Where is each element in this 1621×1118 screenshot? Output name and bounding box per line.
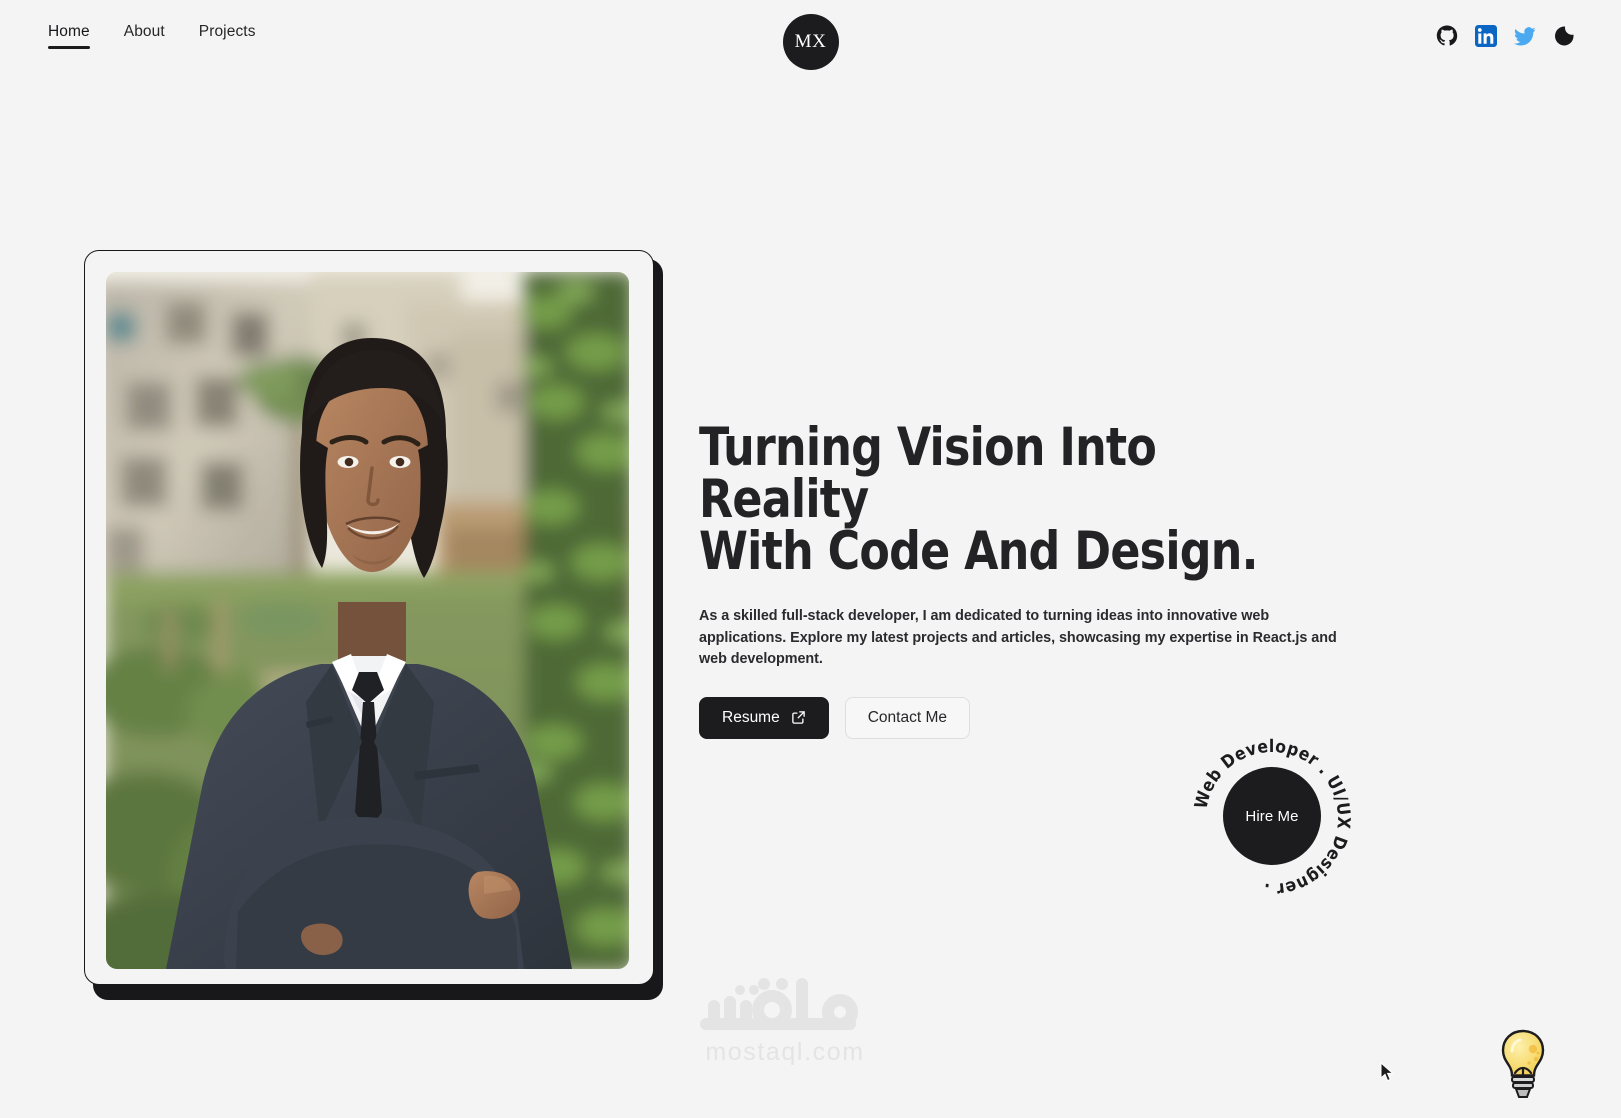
- mostaql-url: mostaql.com: [705, 1038, 865, 1066]
- hero-paragraph: As a skilled full-stack developer, I am …: [699, 608, 1337, 667]
- hire-me-badge: Web Developer . UI/UX Designer . Hire Me: [1192, 734, 1352, 897]
- resume-button-label: Resume: [722, 708, 780, 726]
- mostaql-watermark: mostaql.com: [690, 972, 880, 1067]
- nav-item-projects[interactable]: Projects: [199, 24, 256, 49]
- hire-me-button[interactable]: Hire Me: [1223, 767, 1321, 865]
- hero-actions: Resume Contact Me: [699, 696, 1379, 739]
- contact-me-button[interactable]: Contact Me: [844, 696, 970, 739]
- site-header: Home About Projects MX: [0, 0, 1621, 82]
- hero-section: Turning Vision Into Reality With Code An…: [0, 82, 1621, 1118]
- resume-button[interactable]: Resume: [699, 696, 829, 739]
- linkedin-icon[interactable]: [1475, 25, 1497, 47]
- nav-item-home[interactable]: Home: [48, 24, 90, 49]
- main-navigation: Home About Projects: [48, 24, 256, 49]
- github-icon[interactable]: [1436, 25, 1458, 47]
- contact-me-button-label: Contact Me: [867, 708, 947, 726]
- external-link-icon: [791, 710, 806, 725]
- mostaql-arabic-logo: [700, 978, 858, 1030]
- mouse-cursor: [1380, 1062, 1394, 1082]
- portrait-frame: [84, 250, 654, 985]
- logo-initials: MX: [794, 31, 827, 52]
- headline-line-1: Turning Vision Into Reality: [699, 417, 1157, 530]
- twitter-icon[interactable]: [1514, 25, 1536, 47]
- site-logo[interactable]: MX: [782, 14, 839, 70]
- portrait-frame-wrapper: [84, 250, 663, 1000]
- portrait-photo: [106, 272, 629, 969]
- nav-item-about[interactable]: About: [124, 24, 165, 49]
- hire-me-label: Hire Me: [1245, 807, 1299, 825]
- lightbulb-icon[interactable]: [1495, 1027, 1551, 1101]
- page-title: Turning Vision Into Reality With Code An…: [699, 421, 1331, 582]
- dark-mode-icon[interactable]: [1553, 25, 1575, 47]
- headline-line-2: With Code And Design.: [699, 521, 1258, 582]
- social-links: [1436, 25, 1575, 47]
- hero-copy: Turning Vision Into Reality With Code An…: [699, 421, 1379, 739]
